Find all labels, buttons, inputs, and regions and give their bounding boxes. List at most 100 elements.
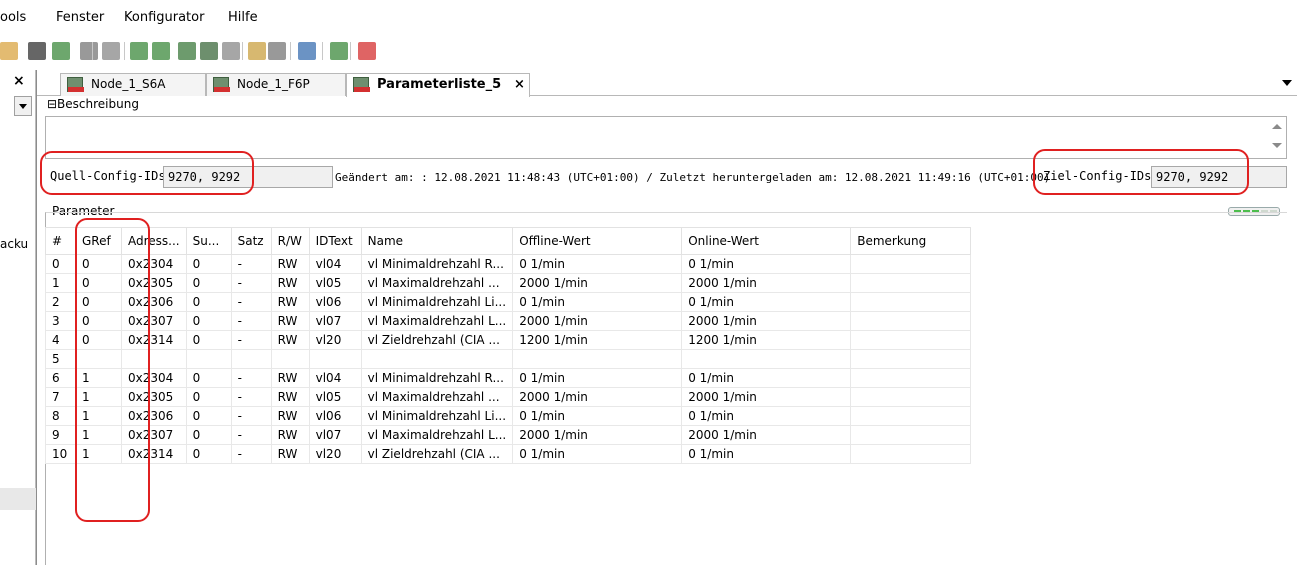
table-row[interactable]: 1 0 0x2305 0- RW vl05 vl Maximaldrehzahl ... 20…: [45, 273, 972, 293]
table-cell[interactable]: RW: [270, 406, 310, 426]
tab-parameterliste-5[interactable]: Parameterliste_5 ×: [346, 73, 530, 97]
table-cell[interactable]: 2000 1/min: [512, 387, 683, 407]
table-cell[interactable]: vl Zieldrehzahl (CIA ...: [360, 330, 514, 350]
table-cell[interactable]: vl04: [308, 254, 362, 274]
table-cell[interactable]: RW: [270, 368, 310, 388]
table-cell[interactable]: vl06: [308, 292, 362, 312]
table-cell[interactable]: 0 1/min: [512, 292, 683, 312]
table-cell[interactable]: 2000 1/min: [512, 425, 683, 445]
table-cell[interactable]: 2000 1/min: [512, 311, 683, 331]
table-cell[interactable]: [850, 273, 972, 293]
column-header[interactable]: R/W: [270, 227, 310, 255]
scroll-down-icon[interactable]: [1272, 143, 1282, 148]
table-cell[interactable]: vl Maximaldrehzahl ...: [360, 273, 514, 293]
config-a-icon[interactable]: [130, 42, 148, 60]
device-icon[interactable]: [52, 42, 70, 60]
table-cell[interactable]: RW: [270, 444, 310, 464]
table-cell[interactable]: [850, 444, 972, 464]
table-cell[interactable]: 0 1/min: [681, 292, 852, 312]
close-icon[interactable]: ×: [13, 73, 25, 89]
table-cell[interactable]: vl Minimaldrehzahl Li...: [360, 292, 514, 312]
table-cell[interactable]: vl07: [308, 311, 362, 331]
download-icon[interactable]: [200, 42, 218, 60]
table-cell[interactable]: 0: [185, 273, 232, 293]
table-cell[interactable]: [230, 349, 272, 369]
table-cell[interactable]: 2000 1/min: [512, 273, 683, 293]
table-cell[interactable]: vl04: [308, 368, 362, 388]
table-cell[interactable]: RW: [270, 330, 310, 350]
table-cell[interactable]: -: [230, 444, 272, 464]
table-cell[interactable]: -: [230, 311, 272, 331]
column-header[interactable]: Satz: [230, 227, 272, 255]
copy-icon[interactable]: [268, 42, 286, 60]
tree-icon[interactable]: [80, 42, 98, 60]
table-cell[interactable]: vl Maximaldrehzahl ...: [360, 387, 514, 407]
column-header[interactable]: Offline-Wert: [512, 227, 683, 255]
table-cell[interactable]: 5: [45, 349, 76, 369]
column-header[interactable]: Name: [360, 227, 514, 255]
table-cell[interactable]: 0: [45, 254, 76, 274]
table-cell[interactable]: -: [230, 425, 272, 445]
table-cell[interactable]: [850, 406, 972, 426]
table-cell[interactable]: vl Maximaldrehzahl L...: [360, 425, 514, 445]
table-cell[interactable]: -: [230, 406, 272, 426]
column-header[interactable]: Online-Wert: [681, 227, 852, 255]
table-cell[interactable]: 0 1/min: [512, 368, 683, 388]
keb-icon[interactable]: [358, 42, 376, 60]
table-cell[interactable]: [850, 349, 972, 369]
table-cell[interactable]: vl Maximaldrehzahl L...: [360, 311, 514, 331]
table-cell[interactable]: [308, 349, 362, 369]
menu-hilfe[interactable]: Hilfe: [228, 10, 258, 25]
table-cell[interactable]: vl Zieldrehzahl (CIA ...: [360, 444, 514, 464]
menu-tools[interactable]: ools: [0, 10, 26, 25]
table-cell[interactable]: RW: [270, 425, 310, 445]
table-row[interactable]: 0 0 0x2304 0- RW vl04 vl Minimaldrehzahl R... 0…: [45, 254, 972, 274]
table-cell[interactable]: 0: [185, 311, 232, 331]
left-panel-item-label[interactable]: acku: [0, 237, 28, 251]
table-cell[interactable]: RW: [270, 292, 310, 312]
table-cell[interactable]: 0: [185, 425, 232, 445]
table-cell[interactable]: [850, 311, 972, 331]
table-cell[interactable]: 2: [45, 292, 76, 312]
table-cell[interactable]: vl Minimaldrehzahl R...: [360, 368, 514, 388]
chart-icon[interactable]: [298, 42, 316, 60]
tab-close-icon[interactable]: ×: [514, 77, 525, 92]
column-header[interactable]: IDText: [308, 227, 362, 255]
table-row[interactable]: 4 0 0x2314 0- RW vl20 vl Zieldrehzahl (CIA ...…: [45, 330, 972, 350]
table-cell[interactable]: [850, 292, 972, 312]
table-cell[interactable]: vl06: [308, 406, 362, 426]
config-b-icon[interactable]: [152, 42, 170, 60]
table-cell[interactable]: 0 1/min: [681, 406, 852, 426]
table-cell[interactable]: [681, 349, 852, 369]
table-cell[interactable]: 0 1/min: [512, 406, 683, 426]
table-cell[interactable]: 0: [185, 387, 232, 407]
table-cell[interactable]: 0: [185, 254, 232, 274]
table-row[interactable]: 9 1 0x2307 0- RW vl07 vl Maximaldrehzahl L... 2…: [45, 425, 972, 445]
table-cell[interactable]: 3: [45, 311, 76, 331]
table-cell[interactable]: vl05: [308, 387, 362, 407]
table-cell[interactable]: 8: [45, 406, 76, 426]
table-cell[interactable]: vl05: [308, 273, 362, 293]
table-cell[interactable]: 9: [45, 425, 76, 445]
table-cell[interactable]: 0: [185, 368, 232, 388]
list-icon[interactable]: [330, 42, 348, 60]
menu-fenster[interactable]: Fenster: [56, 10, 104, 25]
table-cell[interactable]: vl07: [308, 425, 362, 445]
tabs-dropdown-icon[interactable]: [1282, 80, 1292, 86]
table-cell[interactable]: 0: [185, 444, 232, 464]
table-cell[interactable]: 0 1/min: [681, 444, 852, 464]
table-cell[interactable]: 0 1/min: [681, 368, 852, 388]
table-row[interactable]: 10 1 0x2314 0- RW vl20 vl Zieldrehzahl (CIA ..…: [45, 444, 972, 464]
table-row[interactable]: 6 1 0x2304 0- RW vl04 vl Minimaldrehzahl R... 0…: [45, 368, 972, 388]
tab-node-1-f6p[interactable]: Node_1_F6P: [206, 73, 346, 96]
table-cell[interactable]: 0 1/min: [512, 254, 683, 274]
beschreibung-header[interactable]: ⊟Beschreibung: [47, 97, 139, 111]
table-cell[interactable]: -: [230, 330, 272, 350]
export-icon[interactable]: [102, 42, 120, 60]
table-cell[interactable]: 1200 1/min: [512, 330, 683, 350]
table-row[interactable]: 7 1 0x2305 0- RW vl05 vl Maximaldrehzahl ... 20…: [45, 387, 972, 407]
table-row[interactable]: 8 1 0x2306 0- RW vl06 vl Minimaldrehzahl Li...…: [45, 406, 972, 426]
table-cell[interactable]: -: [230, 292, 272, 312]
table-cell[interactable]: 0: [185, 292, 232, 312]
table-cell[interactable]: [850, 330, 972, 350]
